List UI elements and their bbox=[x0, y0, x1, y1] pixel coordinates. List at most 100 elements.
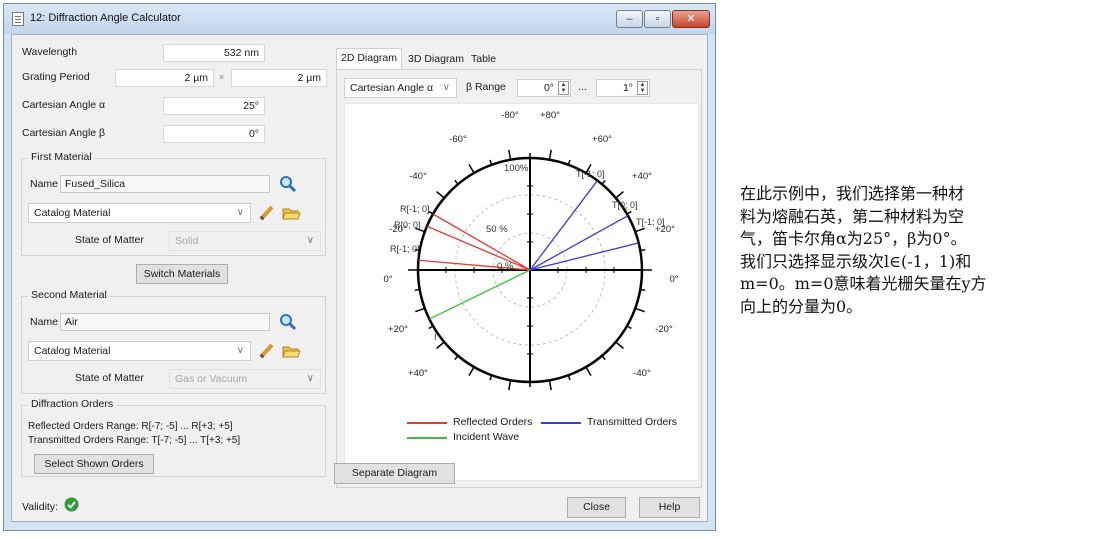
first-material-type-select[interactable]: Catalog Material ∨ bbox=[28, 203, 251, 223]
angle-label: 0° bbox=[383, 274, 392, 285]
first-material-name-field: Fused_Silica bbox=[60, 175, 270, 193]
chevron-down-icon: ∨ bbox=[306, 235, 314, 246]
order-label: R[-1; 0] bbox=[400, 204, 430, 214]
switch-materials-button[interactable]: Switch Materials bbox=[136, 264, 228, 284]
pencil-icon[interactable] bbox=[257, 203, 277, 223]
second-state-value: Gas or Vacuum bbox=[175, 373, 248, 385]
order-label: R[0; 0] bbox=[394, 220, 421, 230]
beta-range-from-input[interactable]: 0° ▲ ▼ bbox=[517, 79, 571, 97]
times-symbol: × bbox=[219, 72, 225, 82]
legend-incident-label: Incident Wave bbox=[453, 431, 520, 443]
legend-transmitted-swatch bbox=[541, 422, 581, 424]
radial-label: 100% bbox=[504, 163, 529, 174]
angle-label: -40° bbox=[633, 368, 651, 379]
tab-3d-diagram[interactable]: 3D Diagram bbox=[404, 50, 468, 69]
chevron-down-icon: ∨ bbox=[306, 373, 314, 384]
annotation-line: m=0。m=0意味着光栅矢量在y方 bbox=[740, 274, 987, 293]
title-bar[interactable]: 12: Diffraction Angle Calculator – ▫ ✕ bbox=[4, 4, 715, 34]
polar-diagram-area[interactable]: -80° +80° -60° +60° -40° +40° -20° +20° 0° 0° +20°… bbox=[344, 103, 699, 481]
checkmark-icon bbox=[64, 497, 79, 512]
folder-open-icon[interactable] bbox=[281, 341, 301, 361]
maximize-button[interactable]: ▫ bbox=[644, 10, 671, 28]
angle-tick bbox=[548, 149, 552, 160]
annotation-line: 气，笛卡尔角α为25°，β为0°。 bbox=[740, 229, 967, 248]
annotation-line: 在此示例中，我们选择第一种材 bbox=[740, 184, 965, 203]
angle-tick bbox=[508, 149, 512, 160]
chevron-down-icon: ∨ bbox=[236, 345, 244, 356]
tab-table[interactable]: Table bbox=[467, 50, 500, 69]
order-ray bbox=[529, 242, 639, 271]
folder-open-icon[interactable] bbox=[281, 203, 301, 223]
angle-tick bbox=[634, 227, 645, 233]
beta-range-to-input[interactable]: 1° ▲ ▼ bbox=[596, 79, 650, 97]
angle-alpha-label: Cartesian Angle α bbox=[22, 99, 106, 111]
angle-label: +60° bbox=[592, 134, 612, 145]
close-button[interactable]: Close bbox=[567, 497, 626, 518]
radial-label: 50 % bbox=[486, 224, 508, 235]
wavelength-label: Wavelength bbox=[22, 46, 78, 58]
tab-2d-diagram[interactable]: 2D Diagram bbox=[336, 48, 403, 69]
legend-incident-swatch bbox=[407, 437, 447, 439]
help-button[interactable]: Help bbox=[639, 497, 700, 518]
angle-label: +20° bbox=[388, 324, 408, 335]
spin-arrows-icon[interactable]: ▲ ▼ bbox=[558, 81, 569, 95]
second-state-label: State of Matter bbox=[75, 372, 144, 384]
angle-tick bbox=[548, 380, 552, 391]
angle-label: 0° bbox=[669, 274, 678, 285]
search-icon[interactable] bbox=[278, 312, 298, 332]
diffraction-orders-title: Diffraction Orders bbox=[28, 398, 117, 410]
spin-arrows-icon[interactable]: ▲ ▼ bbox=[637, 81, 648, 95]
angle-label: -80° bbox=[501, 110, 519, 121]
angle-tick bbox=[585, 366, 592, 377]
close-window-button[interactable]: ✕ bbox=[672, 10, 710, 28]
order-label: T[0; 0] bbox=[612, 200, 638, 210]
angle-tick bbox=[640, 288, 646, 292]
second-material-name-label: Name bbox=[30, 316, 59, 328]
select-shown-orders-button[interactable]: Select Shown Orders bbox=[34, 454, 154, 474]
radial-label: 0 % bbox=[497, 261, 514, 272]
order-ray bbox=[529, 215, 629, 271]
diagram-mode-select[interactable]: Cartesian Angle α ∨ bbox=[344, 78, 457, 98]
grating-period-x-input[interactable]: 2 µm bbox=[115, 69, 214, 87]
legend-transmitted-label: Transmitted Orders bbox=[587, 416, 678, 428]
pencil-icon[interactable] bbox=[257, 341, 277, 361]
minimize-button[interactable]: – bbox=[616, 10, 643, 28]
validity-label: Validity: bbox=[22, 501, 58, 513]
order-ray bbox=[432, 213, 531, 271]
annotation-line: 向上的分量为0。 bbox=[740, 296, 863, 316]
angle-tick bbox=[601, 179, 606, 185]
angle-beta-input[interactable]: 0° bbox=[163, 125, 265, 143]
angle-alpha-input[interactable]: 25° bbox=[163, 97, 265, 115]
first-state-select: Solid ∨ bbox=[169, 231, 321, 251]
angle-label: +40° bbox=[632, 171, 652, 182]
angle-label: -40° bbox=[409, 171, 427, 182]
angle-tick bbox=[454, 179, 459, 185]
grating-period-y-input[interactable]: 2 µm bbox=[231, 69, 327, 87]
window-title: 12: Diffraction Angle Calculator bbox=[30, 12, 181, 24]
first-state-label: State of Matter bbox=[75, 234, 144, 246]
chevron-down-icon: ∨ bbox=[236, 207, 244, 218]
beta-range-to-value: 1° bbox=[622, 82, 633, 94]
second-material-type-value: Catalog Material bbox=[34, 345, 111, 357]
angle-tick bbox=[601, 355, 606, 361]
wavelength-input[interactable]: 532 nm bbox=[163, 44, 265, 62]
legend-reflected-swatch bbox=[407, 422, 447, 424]
order-label: T[-1; 0] bbox=[576, 169, 605, 179]
angle-tick bbox=[415, 307, 426, 313]
second-material-type-select[interactable]: Catalog Material ∨ bbox=[28, 341, 251, 361]
beta-range-label: β Range bbox=[466, 81, 506, 93]
annotation-line: 我们只选择显示级次l∈(-1，1)和 bbox=[740, 251, 972, 271]
order-label: R[-1; 0] bbox=[390, 244, 420, 254]
grating-period-label: Grating Period bbox=[22, 71, 90, 83]
first-material-group: First Material Name Fused_Silica Catalog… bbox=[21, 151, 326, 256]
second-material-title: Second Material bbox=[28, 289, 110, 301]
separate-diagram-button[interactable]: Separate Diagram bbox=[334, 463, 455, 484]
first-material-name-label: Name bbox=[30, 178, 59, 190]
angle-tick bbox=[508, 380, 512, 391]
first-state-value: Solid bbox=[175, 235, 199, 247]
search-icon[interactable] bbox=[278, 174, 298, 194]
window-icon bbox=[12, 12, 24, 26]
legend-reflected-label: Reflected Orders bbox=[453, 416, 533, 428]
angle-tick bbox=[436, 341, 445, 349]
angle-beta-label: Cartesian Angle β bbox=[22, 127, 106, 139]
